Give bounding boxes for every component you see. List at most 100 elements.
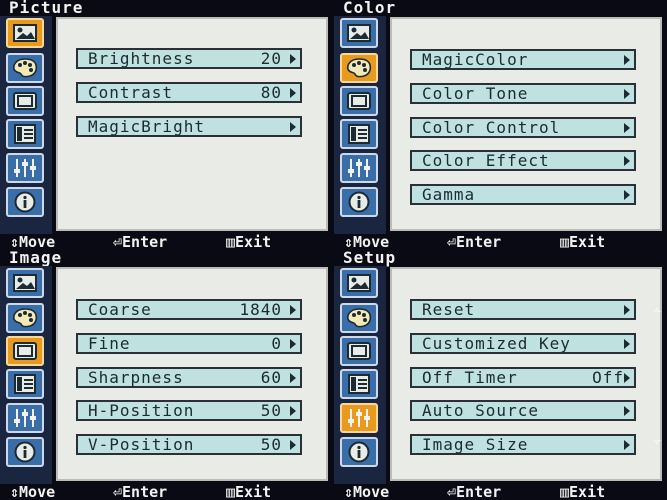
picture-menu-panel: Picture Brightness 20 Contrast 80 MagicB… — [0, 0, 333, 250]
menu-footer: ⇕Move ⏎Enter ▥Exit — [0, 484, 333, 500]
menu-item-value: 60 — [260, 368, 282, 387]
menu-item-label: H-Position — [88, 401, 195, 420]
menu-item-value: 80 — [260, 83, 282, 102]
menu-icon-column — [0, 16, 52, 234]
menu-item-color-control[interactable]: Color Control — [410, 117, 636, 138]
menu-item-gamma[interactable]: Gamma — [410, 184, 636, 205]
osd-icon[interactable] — [6, 369, 44, 399]
menu-icon-column — [334, 16, 386, 234]
arrow-right-icon — [624, 190, 630, 200]
picture-icon[interactable] — [340, 268, 378, 298]
menu-content: MagicColor Color Tone Color Control Colo… — [390, 17, 662, 231]
menu-item-image-size[interactable]: Image Size — [410, 434, 636, 455]
arrow-right-icon — [290, 305, 296, 315]
menu-item-label: Fine — [88, 334, 131, 353]
arrow-right-icon — [624, 55, 630, 65]
menu-item-magicbright[interactable]: MagicBright — [76, 116, 302, 137]
menu-item-value: 20 — [260, 49, 282, 68]
menu-item-label: Reset — [422, 300, 476, 319]
menu-item-label: Customized Key — [422, 334, 571, 353]
information-icon[interactable] — [340, 187, 378, 217]
arrow-right-icon — [624, 339, 630, 349]
menu-item-coarse[interactable]: Coarse 1840 — [76, 299, 302, 320]
color-palette-icon[interactable] — [6, 53, 44, 83]
setup-sliders-icon[interactable] — [6, 403, 44, 433]
menu-item-label: Contrast — [88, 83, 174, 102]
menu-item-value: 50 — [260, 401, 282, 420]
menu-item-label: Sharpness — [88, 368, 184, 387]
arrow-right-icon — [290, 339, 296, 349]
image-icon[interactable] — [6, 336, 44, 366]
menu-item-color-effect[interactable]: Color Effect — [410, 150, 636, 171]
menu-item-label: V-Position — [88, 435, 195, 454]
arrow-right-icon — [624, 89, 630, 99]
setup-menu-panel: Setup Reset Customized Key Off Timer Off… — [334, 250, 667, 500]
color-palette-icon[interactable] — [340, 53, 378, 83]
arrow-right-icon — [290, 54, 296, 64]
menu-title: Color — [343, 0, 397, 17]
enter-hint: ⏎Enter — [447, 233, 502, 250]
menu-item-color-tone[interactable]: Color Tone — [410, 83, 636, 104]
image-icon[interactable] — [6, 86, 44, 116]
arrow-right-icon — [624, 373, 630, 383]
color-palette-icon[interactable] — [340, 303, 378, 333]
information-icon[interactable] — [340, 437, 378, 467]
menu-item-label: Coarse — [88, 300, 152, 319]
arrow-right-icon — [624, 156, 630, 166]
osd-icon[interactable] — [340, 119, 378, 149]
menu-item-value: 0 — [271, 334, 282, 353]
picture-icon[interactable] — [6, 18, 44, 48]
menu-title: Image — [9, 250, 63, 267]
setup-sliders-icon[interactable] — [6, 153, 44, 183]
move-hint: ⇕Move — [10, 483, 56, 500]
enter-hint: ⏎Enter — [113, 233, 168, 250]
arrow-right-icon — [624, 440, 630, 450]
osd-icon[interactable] — [340, 369, 378, 399]
arrow-right-icon — [290, 406, 296, 416]
information-icon[interactable] — [6, 437, 44, 467]
exit-hint: ▥Exit — [226, 483, 272, 500]
move-hint: ⇕Move — [10, 233, 56, 250]
menu-item-fine[interactable]: Fine 0 — [76, 333, 302, 354]
menu-item-sharpness[interactable]: Sharpness 60 — [76, 367, 302, 388]
image-menu-panel: Image Coarse 1840 Fine 0 Sharpness 60 H-… — [0, 250, 333, 500]
setup-sliders-icon[interactable] — [340, 153, 378, 183]
image-icon[interactable] — [340, 86, 378, 116]
enter-hint: ⏎Enter — [113, 483, 168, 500]
information-icon[interactable] — [6, 187, 44, 217]
menu-content: Brightness 20 Contrast 80 MagicBright — [56, 17, 328, 231]
picture-icon[interactable] — [6, 268, 44, 298]
arrow-right-icon — [624, 406, 630, 416]
menu-item-off-timer[interactable]: Off Timer Off — [410, 367, 636, 388]
menu-footer: ⇕Move ⏎Enter ▥Exit — [334, 484, 667, 500]
menu-item-auto-source[interactable]: Auto Source — [410, 400, 636, 421]
menu-item-value: 1840 — [239, 300, 282, 319]
arrow-right-icon — [290, 440, 296, 450]
enter-hint: ⏎Enter — [447, 483, 502, 500]
menu-item-brightness[interactable]: Brightness 20 — [76, 48, 302, 69]
menu-title: Picture — [9, 0, 84, 17]
menu-footer: ⇕Move ⏎Enter ▥Exit — [334, 234, 667, 250]
arrow-right-icon — [624, 305, 630, 315]
exit-hint: ▥Exit — [226, 233, 272, 250]
menu-item-value: Off — [592, 368, 624, 387]
scroll-up-icon[interactable] — [653, 307, 661, 312]
menu-item-label: Gamma — [422, 185, 476, 204]
color-palette-icon[interactable] — [6, 303, 44, 333]
menu-item-h-position[interactable]: H-Position 50 — [76, 400, 302, 421]
menu-item-contrast[interactable]: Contrast 80 — [76, 82, 302, 103]
menu-item-label: Color Control — [422, 118, 561, 137]
menu-item-customized-key[interactable]: Customized Key — [410, 333, 636, 354]
menu-item-magiccolor[interactable]: MagicColor — [410, 49, 636, 70]
scroll-down-icon[interactable] — [653, 440, 661, 445]
osd-icon[interactable] — [6, 119, 44, 149]
menu-item-v-position[interactable]: V-Position 50 — [76, 434, 302, 455]
menu-title: Setup — [343, 250, 397, 267]
picture-icon[interactable] — [340, 18, 378, 48]
arrow-right-icon — [290, 122, 296, 132]
menu-item-label: Auto Source — [422, 401, 539, 420]
arrow-right-icon — [290, 88, 296, 98]
setup-sliders-icon[interactable] — [340, 403, 378, 433]
menu-item-reset[interactable]: Reset — [410, 299, 636, 320]
image-icon[interactable] — [340, 336, 378, 366]
